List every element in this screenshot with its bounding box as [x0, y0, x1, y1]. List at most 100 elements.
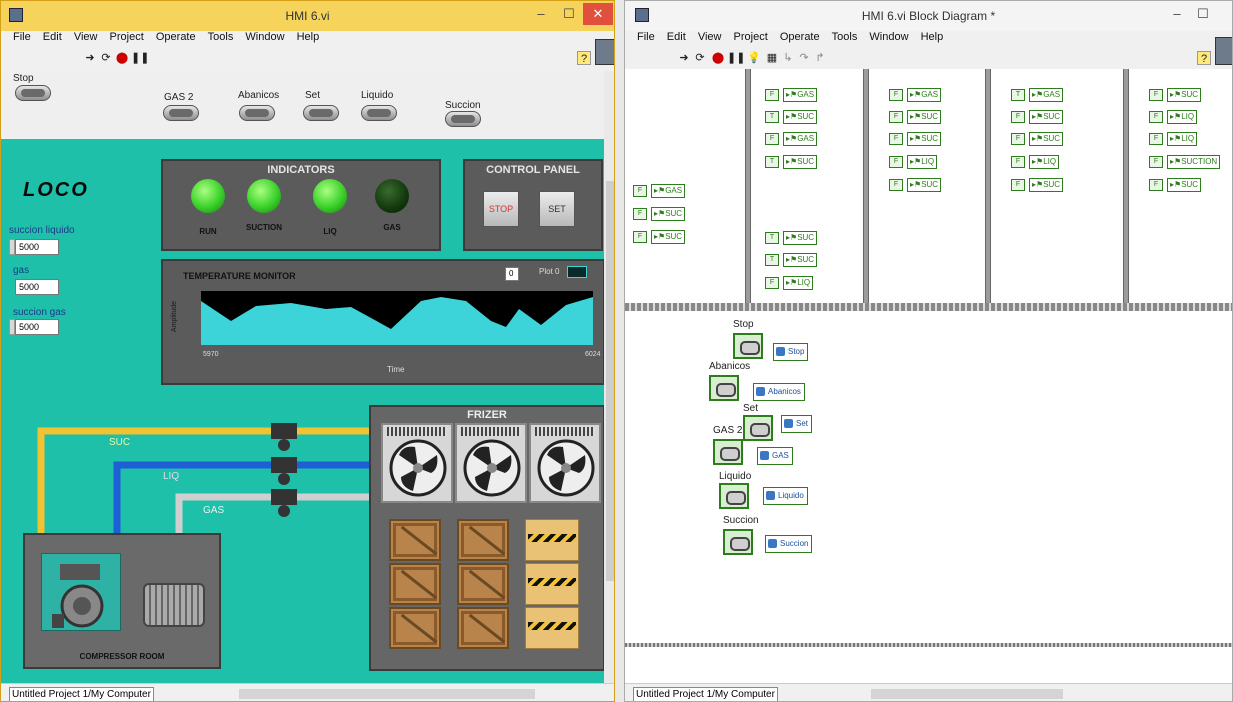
- maximize-icon[interactable]: ☐: [557, 3, 581, 25]
- retain-wire-values-icon[interactable]: ▦: [765, 51, 779, 65]
- bool-constant[interactable]: F: [1011, 111, 1025, 123]
- menu-edit[interactable]: Edit: [43, 31, 62, 43]
- gas2-terminal[interactable]: [713, 439, 743, 465]
- local-variable[interactable]: ▸⚑SUC: [907, 178, 942, 192]
- help-icon[interactable]: ?: [577, 51, 591, 65]
- bool-constant[interactable]: T: [1011, 89, 1025, 101]
- project-path[interactable]: Untitled Project 1/My Computer: [633, 687, 778, 701]
- local-variable[interactable]: ▸⚑LIQ: [1167, 132, 1198, 146]
- vi-icon[interactable]: [595, 39, 614, 65]
- menu-view[interactable]: View: [698, 31, 722, 43]
- liquido-property-node[interactable]: Liquido: [763, 487, 808, 505]
- menu-tools[interactable]: Tools: [208, 31, 234, 43]
- local-variable[interactable]: ▸⚑SUC: [1029, 132, 1064, 146]
- menu-file[interactable]: File: [13, 31, 31, 43]
- local-variable[interactable]: ▸⚑GAS: [651, 184, 686, 198]
- bool-constant[interactable]: F: [1011, 179, 1025, 191]
- menu-window[interactable]: Window: [869, 31, 908, 43]
- maximize-icon[interactable]: ☐: [1191, 3, 1215, 25]
- menu-project[interactable]: Project: [110, 31, 144, 43]
- abanicos-terminal[interactable]: [709, 375, 739, 401]
- local-variable[interactable]: ▸⚑SUC: [783, 155, 818, 169]
- stop-property-node[interactable]: Stop: [773, 343, 809, 361]
- local-variable[interactable]: ▸⚑GAS: [783, 88, 818, 102]
- set-property-node[interactable]: Set: [781, 415, 813, 433]
- local-variable[interactable]: ▸⚑SUC: [1029, 110, 1064, 124]
- bool-constant[interactable]: F: [1149, 133, 1163, 145]
- bool-constant[interactable]: F: [633, 231, 647, 243]
- local-variable[interactable]: ▸⚑SUC: [1167, 88, 1202, 102]
- local-variable[interactable]: ▸⚑SUC: [783, 110, 818, 124]
- stop-terminal[interactable]: [733, 333, 763, 359]
- local-variable[interactable]: ▸⚑GAS: [1029, 88, 1064, 102]
- succion-property-node[interactable]: Succion: [765, 535, 813, 553]
- gas-input[interactable]: 5000: [15, 279, 59, 295]
- menu-file[interactable]: File: [637, 31, 655, 43]
- run-arrow-icon[interactable]: ➜: [83, 51, 97, 65]
- menu-window[interactable]: Window: [245, 31, 284, 43]
- liquido-terminal[interactable]: [719, 483, 749, 509]
- bool-constant[interactable]: F: [1149, 111, 1163, 123]
- abort-icon[interactable]: ⬤: [115, 51, 129, 65]
- stop-toggle[interactable]: [15, 85, 51, 101]
- horizontal-scroll-thumb[interactable]: [871, 689, 1063, 699]
- step-out-icon[interactable]: ↱: [813, 51, 827, 65]
- bool-constant[interactable]: F: [1011, 156, 1025, 168]
- abanicos-toggle[interactable]: [239, 105, 275, 121]
- bool-constant[interactable]: F: [889, 179, 903, 191]
- bool-constant[interactable]: F: [633, 208, 647, 220]
- step-into-icon[interactable]: ↳: [781, 51, 795, 65]
- local-variable[interactable]: ▸⚑SUC: [651, 230, 686, 244]
- local-variable[interactable]: ▸⚑SUC: [1029, 178, 1064, 192]
- local-variable[interactable]: ▸⚑SUC: [907, 132, 942, 146]
- local-variable[interactable]: ▸⚑SUC: [651, 207, 686, 221]
- local-variable[interactable]: ▸⚑SUC: [907, 110, 942, 124]
- highlight-execution-icon[interactable]: 💡: [747, 51, 761, 65]
- plot-value-box[interactable]: 0: [505, 267, 519, 281]
- succion-liquido-input[interactable]: 5000: [15, 239, 59, 255]
- local-variable[interactable]: ▸⚑SUCTION: [1167, 155, 1221, 169]
- diagram-canvas[interactable]: F ▸⚑GAS F ▸⚑SUC F ▸⚑SUC F ▸⚑GAS T ▸⚑SUC F ▸⚑GA…: [625, 69, 1232, 683]
- menu-operate[interactable]: Operate: [156, 31, 196, 43]
- bool-constant[interactable]: F: [889, 133, 903, 145]
- set-toggle[interactable]: [303, 105, 339, 121]
- menu-tools[interactable]: Tools: [832, 31, 858, 43]
- bool-constant[interactable]: F: [1149, 179, 1163, 191]
- succion-terminal[interactable]: [723, 529, 753, 555]
- set-terminal[interactable]: [743, 415, 773, 441]
- liquido-toggle[interactable]: [361, 105, 397, 121]
- bool-constant[interactable]: F: [765, 133, 779, 145]
- local-variable[interactable]: ▸⚑LIQ: [783, 276, 814, 290]
- local-variable[interactable]: ▸⚑LIQ: [1167, 110, 1198, 124]
- horizontal-scroll-thumb[interactable]: [239, 689, 535, 699]
- menu-operate[interactable]: Operate: [780, 31, 820, 43]
- project-path[interactable]: Untitled Project 1/My Computer: [9, 687, 154, 701]
- local-variable[interactable]: ▸⚑LIQ: [907, 155, 938, 169]
- gas2-toggle[interactable]: [163, 105, 199, 121]
- menu-project[interactable]: Project: [734, 31, 768, 43]
- bool-constant[interactable]: T: [765, 232, 779, 244]
- stop-button[interactable]: STOP: [483, 191, 519, 227]
- bool-constant[interactable]: F: [765, 277, 779, 289]
- abort-icon[interactable]: ⬤: [711, 51, 725, 65]
- bool-constant[interactable]: F: [889, 111, 903, 123]
- bool-constant[interactable]: F: [1149, 89, 1163, 101]
- local-variable[interactable]: ▸⚑SUC: [1167, 178, 1202, 192]
- minimize-icon[interactable]: –: [1165, 3, 1189, 25]
- minimize-icon[interactable]: –: [529, 3, 553, 25]
- bool-constant[interactable]: T: [765, 156, 779, 168]
- local-variable[interactable]: ▸⚑LIQ: [1029, 155, 1060, 169]
- succion-toggle[interactable]: [445, 111, 481, 127]
- bool-constant[interactable]: F: [889, 156, 903, 168]
- bool-constant[interactable]: F: [889, 89, 903, 101]
- vi-icon[interactable]: [1215, 37, 1232, 65]
- bool-constant[interactable]: T: [765, 254, 779, 266]
- vertical-scrollbar[interactable]: [604, 71, 614, 683]
- run-continuously-icon[interactable]: ⟳: [99, 51, 113, 65]
- menu-view[interactable]: View: [74, 31, 98, 43]
- local-variable[interactable]: ▸⚑SUC: [783, 231, 818, 245]
- run-arrow-icon[interactable]: ➜: [677, 51, 691, 65]
- local-variable[interactable]: ▸⚑GAS: [783, 132, 818, 146]
- succion-gas-input[interactable]: 5000: [15, 319, 59, 335]
- pause-icon[interactable]: ❚❚: [131, 51, 149, 65]
